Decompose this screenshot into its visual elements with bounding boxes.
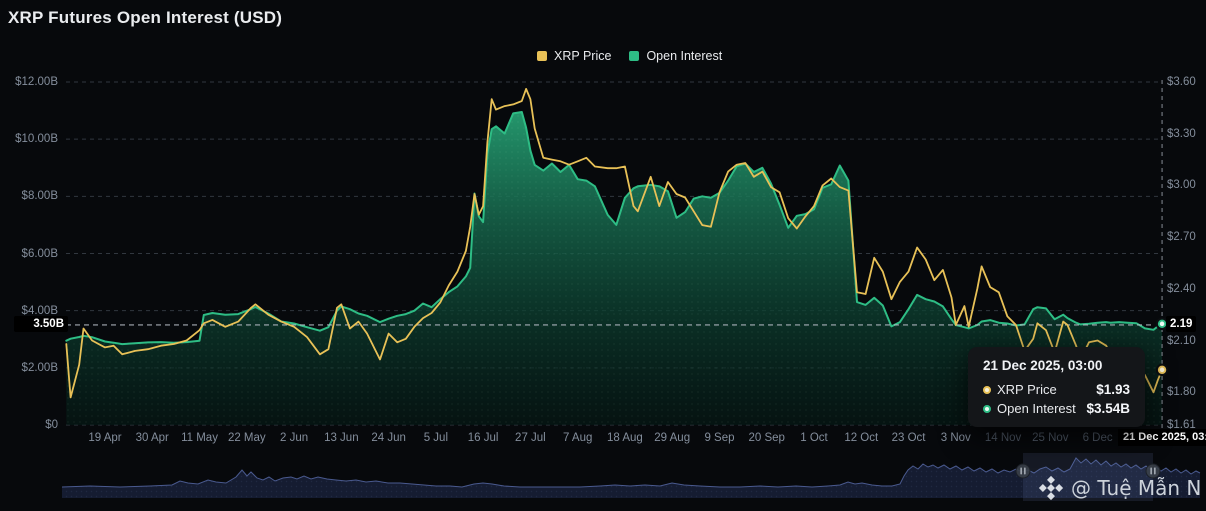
right-axis-tick: $1.80 bbox=[1167, 385, 1196, 399]
tooltip-label-open-interest: Open Interest bbox=[997, 401, 1076, 416]
tooltip-date: 21 Dec 2025, 03:00 bbox=[983, 358, 1130, 373]
price-current-pill: 2.19 bbox=[1166, 316, 1196, 332]
watermark-text: @ Tuệ Mẫn N bbox=[1071, 476, 1201, 500]
xrp-futures-dashboard: XRP Futures Open Interest (USD) XRP Pric… bbox=[0, 0, 1206, 511]
brush-handle-left-grip-icon bbox=[1020, 468, 1022, 475]
tooltip-value-xrp-price: $1.93 bbox=[1096, 382, 1130, 397]
left-axis-tick: $0 bbox=[0, 418, 58, 432]
xrp-price-end-dot-center bbox=[1160, 368, 1165, 373]
brush-handle-left[interactable] bbox=[1016, 464, 1030, 478]
left-axis-tick: $6.00B bbox=[0, 247, 58, 261]
left-axis-tick: $2.00B bbox=[0, 361, 58, 375]
open-interest-end-dot-center bbox=[1160, 322, 1165, 327]
chart-title: XRP Futures Open Interest (USD) bbox=[8, 8, 282, 28]
tooltip: 21 Dec 2025, 03:00 XRP Price $1.93 Open … bbox=[968, 347, 1145, 427]
tooltip-value-open-interest: $3.54B bbox=[1086, 401, 1130, 416]
legend: XRP Price Open Interest bbox=[537, 49, 722, 63]
legend-label-xrp-price: XRP Price bbox=[554, 49, 611, 63]
left-axis-tick: $12.00B bbox=[0, 75, 58, 89]
left-axis-tick: $8.00B bbox=[0, 189, 58, 203]
watermark: @ Tuệ Mẫn N bbox=[1038, 472, 1206, 504]
legend-item-open-interest[interactable]: Open Interest bbox=[629, 49, 722, 63]
brush-handle-left-grip-icon bbox=[1024, 468, 1026, 475]
tooltip-label-xrp-price: XRP Price bbox=[997, 382, 1057, 397]
tooltip-row-open-interest: Open Interest $3.54B bbox=[983, 401, 1130, 416]
open-interest-current-pill: 3.50B bbox=[14, 316, 68, 332]
crosshair-date-pill: 21 Dec 2025, 03:00 bbox=[1118, 429, 1206, 446]
open-interest-swatch-icon bbox=[629, 51, 639, 61]
binance-logo-icon bbox=[1038, 475, 1064, 501]
right-axis-tick: $2.10 bbox=[1167, 334, 1196, 348]
left-axis-tick: $10.00B bbox=[0, 132, 58, 146]
legend-label-open-interest: Open Interest bbox=[646, 49, 722, 63]
xrp-price-dot-icon bbox=[983, 386, 991, 394]
tooltip-row-xrp-price: XRP Price $1.93 bbox=[983, 382, 1130, 397]
legend-item-xrp-price[interactable]: XRP Price bbox=[537, 49, 611, 63]
right-axis-tick: $3.00 bbox=[1167, 178, 1196, 192]
xrp-price-swatch-icon bbox=[537, 51, 547, 61]
right-axis-tick: $3.30 bbox=[1167, 127, 1196, 141]
right-axis-tick: $2.70 bbox=[1167, 230, 1196, 244]
right-axis-tick: $3.60 bbox=[1167, 75, 1196, 89]
right-axis-tick: $2.40 bbox=[1167, 282, 1196, 296]
open-interest-dot-icon bbox=[983, 405, 991, 413]
